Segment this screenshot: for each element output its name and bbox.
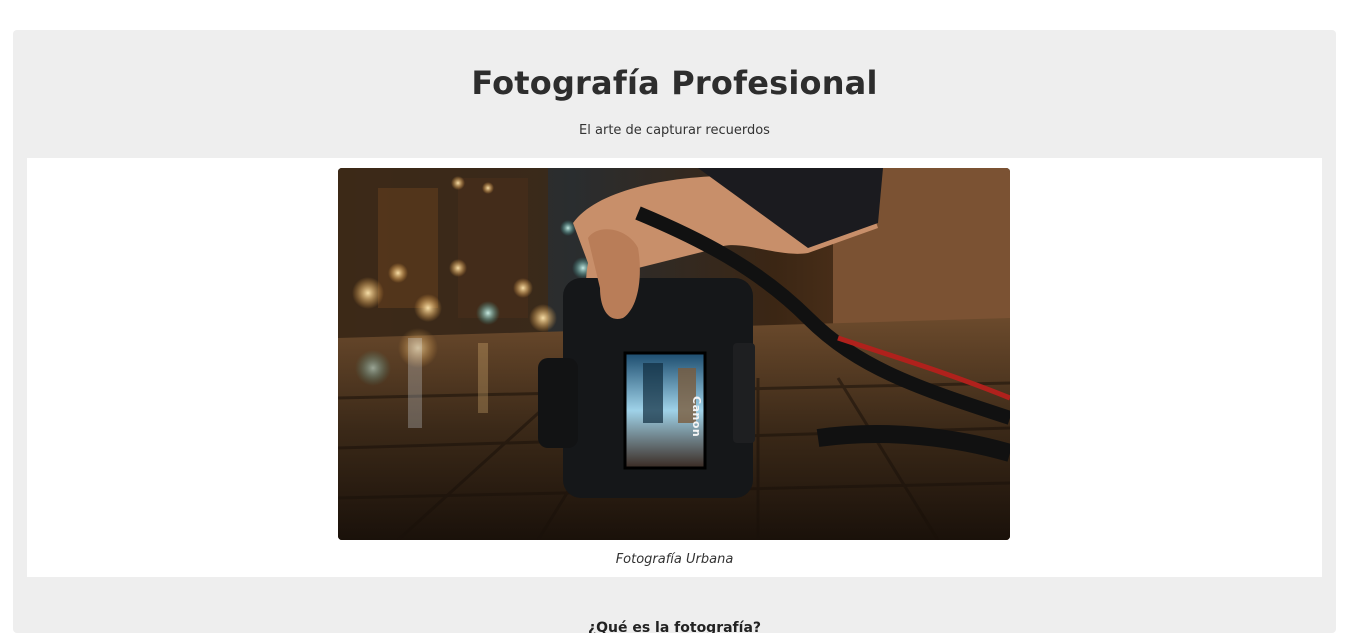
section-heading: ¿Qué es la fotografía? [587,620,762,633]
urban-photography-image: Canon [338,168,1010,540]
figure-panel: Canon Fotografía Urbana [27,158,1322,577]
page-subtitle: El arte de capturar recuerdos [579,123,770,138]
camera-street-photo-illustration [338,168,1010,540]
main-container: Fotografía Profesional El arte de captur… [13,30,1336,633]
camera-brand-label: Canon [690,396,703,438]
image-caption: Fotografía Urbana [615,552,734,567]
page-title: Fotografía Profesional [471,64,878,102]
